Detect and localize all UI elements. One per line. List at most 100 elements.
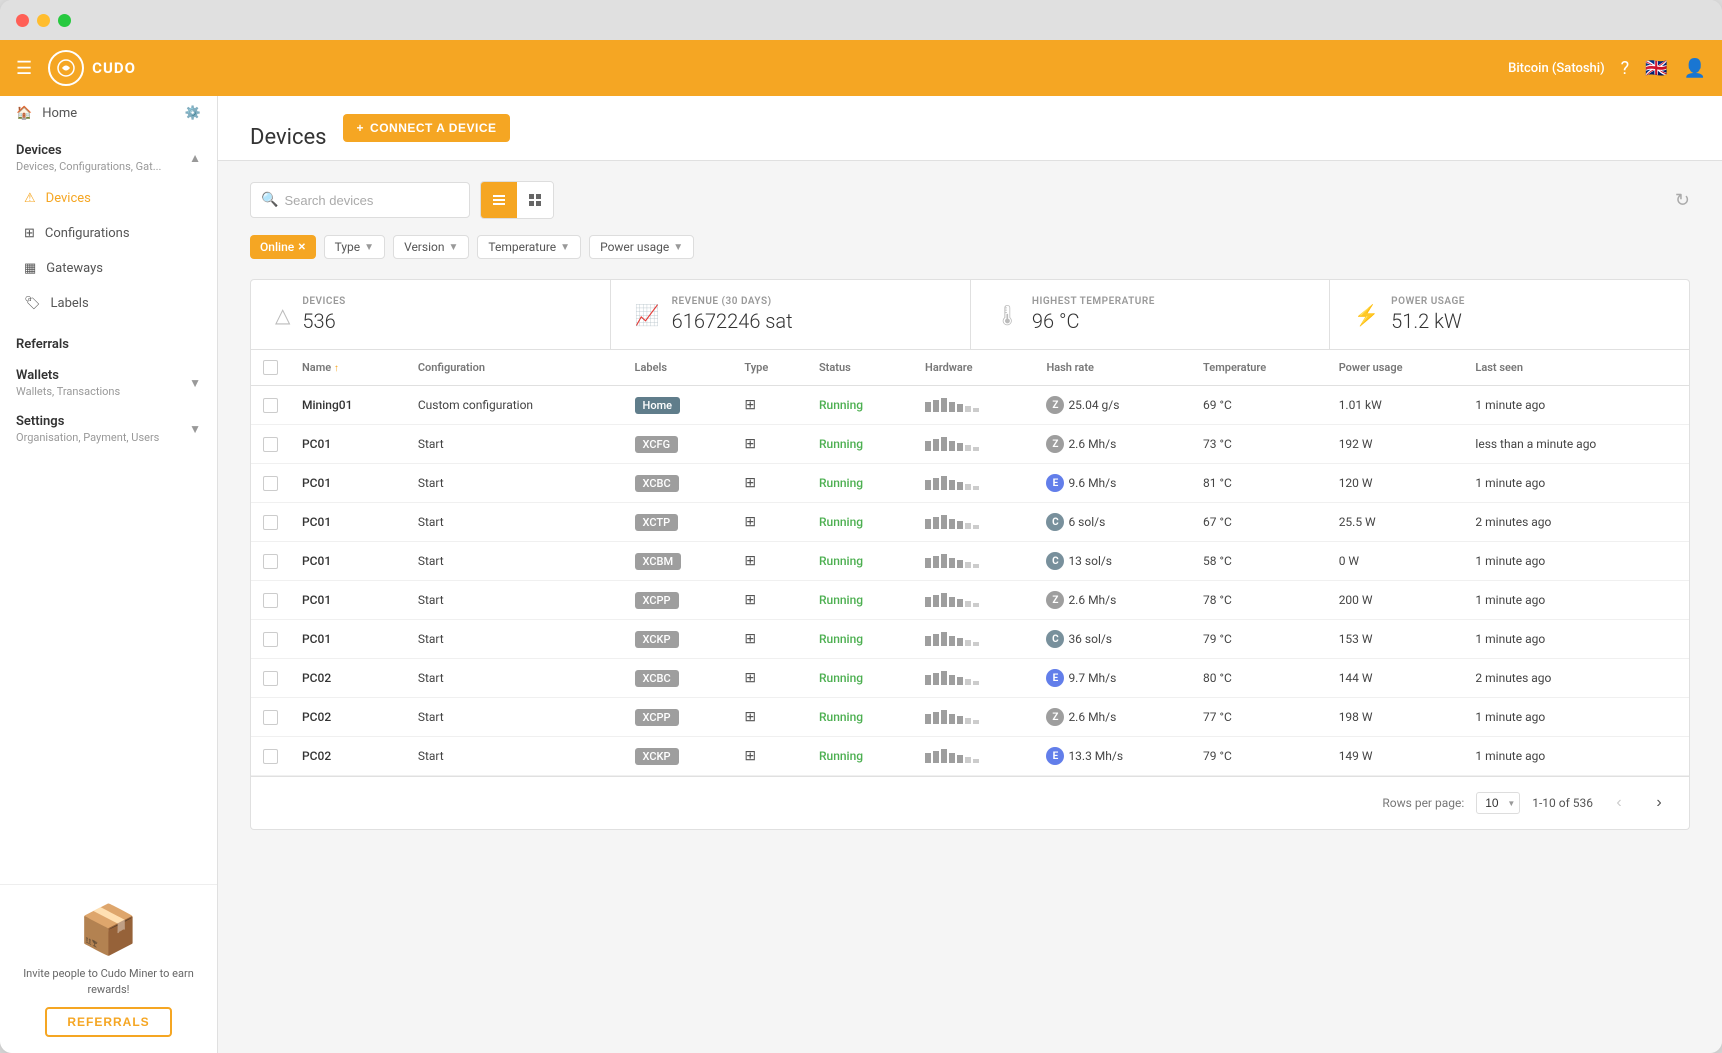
maximize-dot[interactable]	[58, 14, 71, 27]
menu-icon[interactable]: ☰	[16, 58, 32, 79]
close-dot[interactable]	[16, 14, 29, 27]
device-name-link[interactable]: PC01	[302, 437, 331, 451]
row-checkbox[interactable]	[263, 632, 278, 647]
power-stat-content: POWER USAGE 51.2 kW	[1391, 296, 1465, 333]
label-badge: XCBC	[635, 475, 679, 492]
power-usage-filter[interactable]: Power usage ▼	[589, 235, 694, 259]
th-status[interactable]: Status	[807, 350, 913, 386]
minimize-dot[interactable]	[37, 14, 50, 27]
temperature-filter-arrow: ▼	[560, 242, 570, 253]
help-icon[interactable]: ?	[1621, 58, 1630, 79]
online-filter-remove[interactable]: ×	[298, 239, 305, 255]
device-name-link[interactable]: PC01	[302, 632, 331, 646]
sidebar-item-home[interactable]: 🏠 Home ⚙️	[0, 96, 217, 131]
device-name-link[interactable]: PC01	[302, 515, 331, 529]
language-flag[interactable]: 🇬🇧	[1645, 58, 1667, 79]
th-name[interactable]: Name ↑	[290, 350, 406, 386]
row-checkbox[interactable]	[263, 515, 278, 530]
online-filter-tag[interactable]: Online ×	[250, 235, 316, 259]
revenue-stat-icon: 📈	[635, 303, 660, 327]
promo-text: Invite people to Cudo Miner to earn rewa…	[16, 966, 201, 997]
sidebar-item-configurations[interactable]: ⊞ Configurations	[16, 216, 201, 251]
version-filter-arrow: ▼	[448, 242, 458, 253]
row-checkbox[interactable]	[263, 398, 278, 413]
row-seen: 2 minutes ago	[1463, 503, 1689, 542]
version-filter[interactable]: Version ▼	[393, 235, 469, 259]
label-badge: XCFG	[635, 436, 679, 453]
row-checkbox[interactable]	[263, 476, 278, 491]
th-seen[interactable]: Last seen	[1463, 350, 1689, 386]
refresh-button[interactable]: ↻	[1675, 190, 1690, 211]
sidebar-section-referrals-header[interactable]: Referrals	[16, 337, 201, 352]
referrals-button[interactable]: REFERRALS	[45, 1007, 171, 1037]
sidebar-section-wallets-header[interactable]: Wallets Wallets, Transactions ▼	[16, 368, 201, 398]
prev-page-button[interactable]: ‹	[1605, 789, 1633, 817]
row-hardware	[913, 620, 1034, 659]
device-name-link[interactable]: PC02	[302, 749, 331, 763]
wallets-title: Wallets	[16, 368, 120, 383]
row-name: PC02	[290, 659, 406, 698]
row-status: Running	[807, 659, 913, 698]
device-name-link[interactable]: PC01	[302, 593, 331, 607]
row-power: 144 W	[1327, 659, 1464, 698]
th-hashrate[interactable]: Hash rate	[1034, 350, 1191, 386]
device-name-link[interactable]: PC02	[302, 671, 331, 685]
sidebar-item-devices[interactable]: ⚠ Devices	[16, 181, 201, 216]
th-labels[interactable]: Labels	[623, 350, 733, 386]
row-hashrate: Z 2.6 Mh/s	[1034, 581, 1191, 620]
row-type: ⊞	[732, 386, 807, 425]
settings-subtitle: Organisation, Payment, Users	[16, 431, 159, 444]
row-seen: 1 minute ago	[1463, 542, 1689, 581]
rows-per-page-select[interactable]: 10 25 50	[1476, 792, 1520, 814]
label-badge: XCKP	[635, 748, 679, 765]
device-name-link[interactable]: Mining01	[302, 398, 352, 412]
toolbar: 🔍	[250, 181, 1690, 219]
list-view-button[interactable]	[481, 182, 517, 218]
row-checkbox[interactable]	[263, 710, 278, 725]
row-status: Running	[807, 620, 913, 659]
sidebar-section-subtitle: Devices, Configurations, Gat...	[16, 160, 161, 173]
hash-icon: Z	[1046, 435, 1064, 453]
type-filter[interactable]: Type ▼	[324, 235, 385, 259]
sidebar-section-settings-header[interactable]: Settings Organisation, Payment, Users ▼	[16, 414, 201, 444]
status-badge: Running	[819, 749, 863, 763]
next-page-button[interactable]: ›	[1645, 789, 1673, 817]
settings-icon[interactable]: ⚙️	[185, 106, 201, 121]
th-hardware[interactable]: Hardware	[913, 350, 1034, 386]
device-name-link[interactable]: PC02	[302, 710, 331, 724]
row-checkbox[interactable]	[263, 749, 278, 764]
status-badge: Running	[819, 593, 863, 607]
row-status: Running	[807, 503, 913, 542]
device-name-link[interactable]: PC01	[302, 476, 331, 490]
th-temperature[interactable]: Temperature	[1191, 350, 1327, 386]
th-type[interactable]: Type	[732, 350, 807, 386]
device-name-link[interactable]: PC01	[302, 554, 331, 568]
row-checkbox[interactable]	[263, 554, 278, 569]
temperature-filter[interactable]: Temperature ▼	[477, 235, 581, 259]
sidebar-item-gateways[interactable]: ▦ Gateways	[16, 251, 201, 286]
row-temp: 77 °C	[1191, 698, 1327, 737]
row-checkbox[interactable]	[263, 593, 278, 608]
search-input[interactable]	[284, 193, 459, 208]
status-badge: Running	[819, 671, 863, 685]
type-filter-label: Type	[335, 240, 361, 254]
sidebar-item-labels[interactable]: 🏷 Labels	[16, 286, 201, 321]
sidebar-section-devices-header[interactable]: Devices Devices, Configurations, Gat... …	[16, 143, 201, 173]
status-badge: Running	[819, 515, 863, 529]
row-type: ⊞	[732, 581, 807, 620]
th-config[interactable]: Configuration	[406, 350, 623, 386]
user-icon[interactable]: 👤	[1684, 58, 1706, 79]
promo-image: 📦	[16, 901, 201, 958]
row-type: ⊞	[732, 620, 807, 659]
row-name: PC02	[290, 737, 406, 776]
select-all-checkbox[interactable]	[263, 360, 278, 375]
grid-view-button[interactable]	[517, 182, 553, 218]
row-config: Start	[406, 542, 623, 581]
row-checkbox[interactable]	[263, 437, 278, 452]
row-checkbox[interactable]	[263, 671, 278, 686]
th-power[interactable]: Power usage	[1327, 350, 1464, 386]
search-box: 🔍	[250, 182, 470, 218]
connect-device-button[interactable]: + CONNECT A DEVICE	[343, 114, 511, 142]
row-hardware	[913, 659, 1034, 698]
sidebar-promo-section: 📦 Invite people to Cudo Miner to earn re…	[0, 884, 217, 1053]
